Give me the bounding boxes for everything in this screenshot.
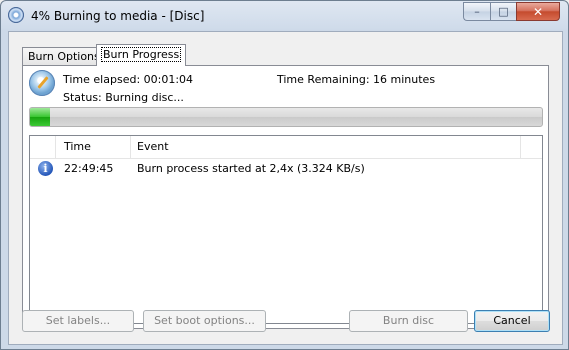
burn-disc-button[interactable]: Burn disc (349, 310, 468, 332)
time-remaining-label: Time Remaining: 16 minutes (277, 73, 436, 86)
time-elapsed-label: Time elapsed: 00:01:04 (63, 73, 194, 86)
window-title: 4% Burning to media - [Disc] (31, 9, 205, 23)
close-icon: ✕ (532, 4, 544, 19)
log-header: Time Event (30, 136, 542, 159)
tab-label: Burn Progress (100, 47, 182, 62)
maximize-button[interactable]: □ (490, 2, 516, 21)
log-row-event: Burn process started at 2,4x (3.324 KB/s… (137, 162, 365, 175)
tab-label: Burn Options (28, 50, 100, 63)
title-bar[interactable]: 4% Burning to media - [Disc] – □ ✕ (1, 1, 568, 31)
burn-progress-bar (29, 107, 543, 127)
log-row[interactable]: i 22:49:45 Burn process started at 2,4x … (30, 160, 542, 178)
event-log-list[interactable]: Time Event i 22:49:45 Burn process start… (29, 135, 543, 324)
disc-burn-icon (8, 7, 24, 23)
minimize-icon: – (474, 5, 480, 18)
tab-burn-progress[interactable]: Burn Progress (96, 44, 187, 66)
column-header-time[interactable]: Time (64, 140, 91, 153)
close-button[interactable]: ✕ (516, 2, 560, 21)
progress-fill (30, 108, 51, 126)
burn-progress-panel: Time elapsed: 00:01:04 Time Remaining: 1… (22, 65, 549, 329)
set-labels-button[interactable]: Set labels... (22, 310, 134, 332)
caption-buttons: – □ ✕ (463, 2, 560, 21)
column-separator[interactable] (130, 136, 131, 158)
burn-status-icon (29, 70, 55, 96)
cancel-button[interactable]: Cancel (474, 310, 550, 332)
minimize-button[interactable]: – (463, 2, 490, 21)
info-icon: i (38, 161, 53, 176)
log-row-time: 22:49:45 (64, 162, 114, 175)
set-boot-options-button[interactable]: Set boot options... (143, 310, 266, 332)
tab-burn-options[interactable]: Burn Options (22, 47, 106, 65)
column-separator[interactable] (55, 136, 56, 158)
burn-dialog-window: 4% Burning to media - [Disc] – □ ✕ Burn … (0, 0, 569, 350)
status-label: Status: Burning disc... (63, 91, 184, 104)
column-separator[interactable] (520, 136, 521, 158)
column-header-event[interactable]: Event (137, 140, 169, 153)
dialog-client-area: Burn Options Burn Progress Time elapsed:… (8, 31, 563, 345)
maximize-icon: □ (498, 5, 509, 18)
